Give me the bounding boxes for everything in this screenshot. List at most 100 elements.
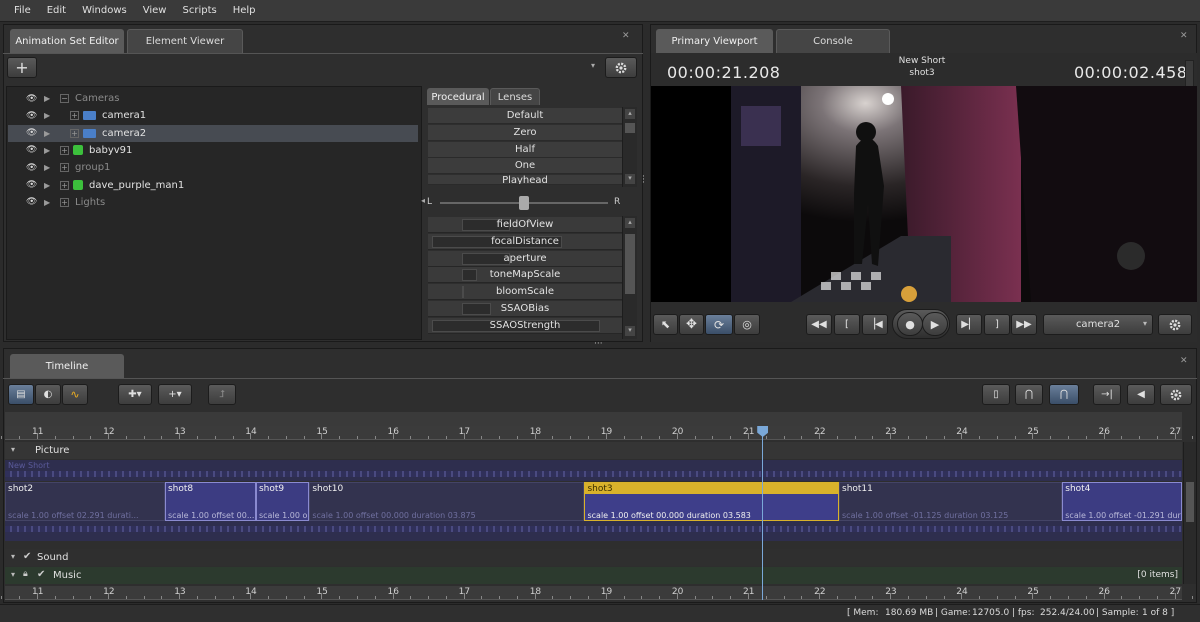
music-track[interactable]: ▾ 🔒︎ ✔ Music [0 items] (5, 567, 1182, 584)
menu-windows[interactable]: Windows (74, 5, 135, 16)
eye-icon[interactable]: 👁︎ (26, 111, 38, 121)
expand-icon[interactable]: + (70, 128, 79, 138)
scroll-thumb[interactable] (1186, 482, 1194, 522)
close-icon[interactable]: ✕ (1180, 31, 1188, 41)
shot-clip-shot2[interactable]: shot2 scale 1.00 offset 02.291 durati... (5, 482, 165, 521)
eye-icon[interactable]: 👁︎ (26, 163, 38, 173)
rewind-button[interactable]: ◀◀ (806, 314, 832, 335)
add-button[interactable]: + (7, 57, 37, 78)
shot-clip-shot11[interactable]: shot11 scale 1.00 offset -01.125 duration… (839, 482, 1063, 521)
menu-edit[interactable]: Edit (39, 5, 74, 16)
vertical-splitter-icon[interactable]: · · · (642, 173, 645, 188)
close-icon[interactable]: ✕ (622, 31, 630, 41)
balance-slider-handle[interactable] (519, 196, 529, 210)
tab-element-viewer[interactable]: Element Viewer (127, 29, 243, 53)
collapse-arrow-icon[interactable]: ▾ (11, 570, 15, 579)
snap-button[interactable]: ⋂ (1015, 384, 1043, 405)
tree-row[interactable]: 👁︎ ▶ + camera1 (8, 107, 418, 124)
go-to-end-button[interactable]: →| (1093, 384, 1121, 405)
move-tool-button[interactable]: ✥ (679, 314, 704, 335)
collapse-icon[interactable]: − (60, 94, 69, 103)
viewport-render[interactable] (651, 86, 1197, 302)
mark-out-button[interactable]: ] (984, 314, 1010, 335)
scroll-up-icon[interactable]: ▴ (625, 109, 635, 119)
attribute-slider[interactable]: bloomScale (428, 284, 622, 301)
tree-row[interactable]: 👁︎ ▶ + babyv91 (8, 142, 418, 159)
time-ruler-top[interactable]: 11 12 13 14 15 16 17 18 19 20 21 22 23 24 25 26 27 (1, 426, 1194, 440)
check-icon[interactable]: ✔ (37, 569, 45, 580)
tab-console[interactable]: Console (776, 29, 890, 53)
check-icon[interactable]: ✔ (23, 551, 31, 562)
tab-lenses[interactable]: Lenses (490, 88, 540, 105)
preset-item[interactable]: Default (428, 108, 622, 124)
attribute-slider[interactable]: SSAOStrength (428, 317, 622, 334)
close-icon[interactable]: ✕ (1180, 356, 1188, 366)
graph-editor-button[interactable]: ∿ (62, 384, 88, 405)
tree-row[interactable]: 👁︎ ▶ + group1 (8, 159, 418, 176)
eye-icon[interactable]: 👁︎ (26, 145, 38, 155)
pointer-icon[interactable]: ▶ (44, 181, 54, 190)
preset-item[interactable]: Playhead (428, 175, 622, 186)
pointer-icon[interactable]: ▶ (44, 129, 54, 138)
camera-select[interactable]: camera2 ▾ (1043, 314, 1153, 335)
attribute-slider[interactable]: toneMapScale (428, 267, 622, 284)
shot-clip-shot10[interactable]: shot10 scale 1.00 offset 00.000 duration … (309, 482, 585, 521)
attribute-slider[interactable]: focalDistance (428, 233, 622, 250)
pointer-icon[interactable]: ▶ (44, 146, 54, 155)
pointer-icon[interactable]: ▶ (44, 94, 54, 103)
pointer-icon[interactable]: ▶ (44, 198, 54, 207)
timeline-scrollbar[interactable] (1183, 442, 1196, 584)
preset-item[interactable]: One (428, 158, 622, 175)
eye-icon[interactable]: 👁︎ (26, 197, 38, 207)
fast-forward-button[interactable]: ▶▶ (1011, 314, 1037, 335)
scroll-thumb[interactable] (625, 123, 635, 133)
tab-procedural[interactable]: Procedural (427, 88, 489, 105)
scroll-thumb[interactable] (625, 234, 635, 294)
eye-icon[interactable]: 👁︎ (26, 94, 38, 104)
skip-start-button[interactable]: ▕◀ (862, 314, 888, 335)
presets-scrollbar[interactable]: ▴ ▾ (622, 107, 637, 187)
mute-button[interactable]: ◀ (1127, 384, 1155, 405)
menu-scripts[interactable]: Scripts (174, 5, 224, 16)
expand-icon[interactable]: + (70, 111, 79, 121)
shot-clip-shot3[interactable]: shot3 scale 1.00 offset 00.000 duration 0… (584, 482, 839, 521)
tree-row[interactable]: 👁︎ ▶ + camera2 (8, 124, 418, 142)
collapse-arrow-icon[interactable]: ▾ (11, 445, 15, 454)
tab-timeline[interactable]: Timeline (10, 354, 124, 378)
expand-icon[interactable]: + (60, 145, 69, 155)
settings-button[interactable] (605, 57, 637, 78)
expand-icon[interactable]: + (60, 197, 69, 207)
add-track-button[interactable]: ✚▾ (118, 384, 152, 405)
viewport-settings-button[interactable] (1158, 314, 1192, 335)
attributes-scrollbar[interactable]: ▴ ▾ (622, 216, 637, 339)
shot-clip-shot9[interactable]: shot9 scale 1.00 o... (255, 482, 310, 521)
motion-editor-button[interactable]: ◐ (35, 384, 61, 405)
time-ruler-bottom[interactable]: 11 12 13 14 15 16 17 18 19 20 21 22 23 24 25 26 27 (1, 586, 1194, 600)
parent-level-button[interactable]: ⮥ (208, 384, 236, 405)
viewport-scrollbar[interactable] (1185, 60, 1194, 88)
record-camera-button[interactable]: ◎ (734, 314, 760, 335)
expand-icon[interactable]: + (60, 163, 69, 173)
preset-item[interactable]: Half (428, 141, 622, 158)
record-button[interactable]: ● (897, 312, 923, 336)
lock-icon[interactable]: 🔒︎ (23, 569, 28, 579)
scroll-up-icon[interactable]: ▴ (625, 218, 635, 228)
scroll-down-icon[interactable]: ▾ (625, 326, 635, 336)
menu-file[interactable]: File (6, 5, 39, 16)
preset-item[interactable]: Zero (428, 124, 622, 141)
skip-end-button[interactable]: ▶▏ (956, 314, 982, 335)
snap-frame-button[interactable]: ⋂ (1049, 384, 1079, 405)
attribute-slider[interactable]: fieldOfView (428, 217, 622, 233)
tree-row[interactable]: 👁︎ ▶ + Lights (8, 194, 418, 211)
play-button[interactable]: ▶ (922, 312, 948, 336)
tab-primary-viewport[interactable]: Primary Viewport (656, 29, 773, 53)
add-clip-button[interactable]: +▾ (158, 384, 192, 405)
playhead-line[interactable] (762, 428, 764, 600)
tab-animation-set-editor[interactable]: Animation Set Editor (10, 29, 124, 53)
clip-editor-button[interactable]: ▤ (8, 384, 34, 405)
pointer-icon[interactable]: ▶ (44, 111, 54, 120)
tree-row[interactable]: 👁︎ ▶ − Cameras (8, 90, 418, 107)
splitter-left-icon[interactable]: ◂ (421, 196, 425, 205)
timeline-settings-button[interactable] (1160, 384, 1192, 405)
orbit-tool-button[interactable]: ⟳ (705, 314, 733, 335)
